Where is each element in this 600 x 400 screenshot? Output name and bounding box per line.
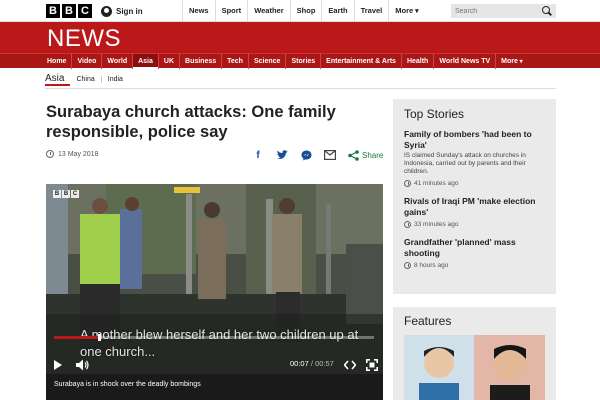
share-icon xyxy=(348,149,359,161)
article-headline: Surabaya church attacks: One family resp… xyxy=(46,103,336,141)
section-entertainment[interactable]: Entertainment & Arts xyxy=(321,54,402,69)
share-button[interactable]: Share xyxy=(348,149,384,161)
search-input[interactable] xyxy=(451,7,541,15)
features-heading: Features xyxy=(404,314,452,328)
section-more[interactable]: More xyxy=(496,54,527,69)
fullscreen-icon[interactable] xyxy=(366,359,378,371)
story-time: 33 minutes ago xyxy=(404,221,545,228)
video-progress-bar[interactable] xyxy=(54,334,374,341)
logo-letter: B xyxy=(46,4,60,18)
list-item[interactable]: Grandfather 'planned' mass shooting 8 ho… xyxy=(404,237,545,269)
section-science[interactable]: Science xyxy=(249,54,287,69)
article-date: 13 May 2018 xyxy=(58,150,99,158)
divider xyxy=(45,88,556,89)
share-tools: f Share xyxy=(252,149,383,161)
search-icon[interactable] xyxy=(541,5,553,17)
logo-letter: B xyxy=(53,190,61,198)
story-time: 41 minutes ago xyxy=(404,180,545,187)
signin-link[interactable]: Sign in xyxy=(101,0,143,22)
topnav-travel[interactable]: Travel xyxy=(353,0,389,22)
video-subtitle: A mother blew herself and her two childr… xyxy=(80,327,359,359)
section-uk[interactable]: UK xyxy=(159,54,181,69)
account-icon xyxy=(101,5,112,17)
list-item[interactable]: Rivals of Iraqi PM 'make election gains'… xyxy=(404,196,545,228)
video-time-total: 00:57 xyxy=(315,359,334,368)
logo-letter: C xyxy=(78,4,92,18)
email-icon[interactable] xyxy=(324,149,336,161)
feature-image[interactable] xyxy=(404,335,545,400)
twitter-icon[interactable] xyxy=(276,149,288,161)
topnav-earth[interactable]: Earth xyxy=(321,0,353,22)
volume-icon[interactable] xyxy=(76,359,90,371)
video-time-current: 00:07 xyxy=(290,359,309,368)
top-nav: News Sport Weather Shop Earth Travel Mor… xyxy=(182,0,459,22)
subnav-india[interactable]: India xyxy=(100,75,129,83)
topnav-news[interactable]: News xyxy=(182,0,215,22)
play-icon[interactable] xyxy=(54,360,62,370)
news-title[interactable]: NEWS xyxy=(47,25,121,53)
subnav-current[interactable]: Asia xyxy=(45,73,71,86)
section-business[interactable]: Business xyxy=(180,54,223,69)
logo-letter: B xyxy=(62,190,70,198)
logo-letter: C xyxy=(71,190,79,198)
logo-letter: B xyxy=(62,4,76,18)
news-header: NEWS xyxy=(0,22,600,53)
article-meta: 13 May 2018 xyxy=(46,150,98,158)
sub-nav: Asia China India xyxy=(45,72,129,86)
list-item[interactable]: Family of bombers 'had been to Syria' IS… xyxy=(404,129,545,187)
video-progress-fill xyxy=(54,336,99,339)
search-box xyxy=(451,4,556,18)
clock-icon xyxy=(46,150,54,158)
facebook-icon[interactable]: f xyxy=(252,149,264,161)
topnav-sport[interactable]: Sport xyxy=(214,0,248,22)
section-video[interactable]: Video xyxy=(72,54,103,69)
share-label: Share xyxy=(362,150,384,160)
section-stories[interactable]: Stories xyxy=(286,54,322,69)
story-title[interactable]: Grandfather 'planned' mass shooting xyxy=(404,237,545,258)
section-nav: Home Video World Asia UK Business Tech S… xyxy=(0,53,600,69)
section-tech[interactable]: Tech xyxy=(222,54,249,69)
clock-icon xyxy=(404,180,411,187)
video-time-separator: / xyxy=(310,359,313,368)
clock-icon xyxy=(404,221,411,228)
video-controls: 00:07 / 00:57 xyxy=(46,356,383,374)
section-health[interactable]: Health xyxy=(402,54,435,69)
section-world-news-tv[interactable]: World News TV xyxy=(434,54,497,69)
story-time-label: 33 minutes ago xyxy=(414,221,459,228)
topnav-more[interactable]: More xyxy=(388,0,458,22)
messenger-icon[interactable] xyxy=(300,149,312,161)
video-time: 00:07 / 00:57 xyxy=(290,359,334,368)
bbc-logo[interactable]: B B C xyxy=(46,4,92,18)
story-time-label: 8 hours ago xyxy=(414,262,449,269)
clock-icon xyxy=(404,262,411,269)
story-title[interactable]: Family of bombers 'had been to Syria' xyxy=(404,129,545,150)
story-summary: IS claimed Sunday's attack on churches i… xyxy=(404,152,526,175)
signin-label: Sign in xyxy=(116,6,143,16)
top-bar: B B C Sign in News Sport Weather Shop Ea… xyxy=(0,0,600,22)
top-stories-heading: Top Stories xyxy=(404,107,465,121)
video-caption: Surabaya is in shock over the deadly bom… xyxy=(46,374,383,400)
top-stories-panel: Top Stories Family of bombers 'had been … xyxy=(393,99,556,294)
story-time-label: 41 minutes ago xyxy=(414,180,459,187)
video-bbc-watermark: B B C xyxy=(53,190,79,198)
story-title[interactable]: Rivals of Iraqi PM 'make election gains' xyxy=(404,196,545,217)
story-time: 8 hours ago xyxy=(404,262,545,269)
subnav-china[interactable]: China xyxy=(70,76,100,83)
topnav-weather[interactable]: Weather xyxy=(247,0,289,22)
video-progress-handle[interactable] xyxy=(97,334,101,341)
section-world[interactable]: World xyxy=(102,54,134,69)
section-asia[interactable]: Asia xyxy=(133,54,159,69)
topnav-shop[interactable]: Shop xyxy=(289,0,322,22)
embed-icon[interactable] xyxy=(344,359,356,371)
video-player[interactable]: B B C A mother blew herself and her two … xyxy=(46,184,383,374)
features-panel: Features xyxy=(393,307,556,400)
section-home[interactable]: Home xyxy=(42,54,73,69)
